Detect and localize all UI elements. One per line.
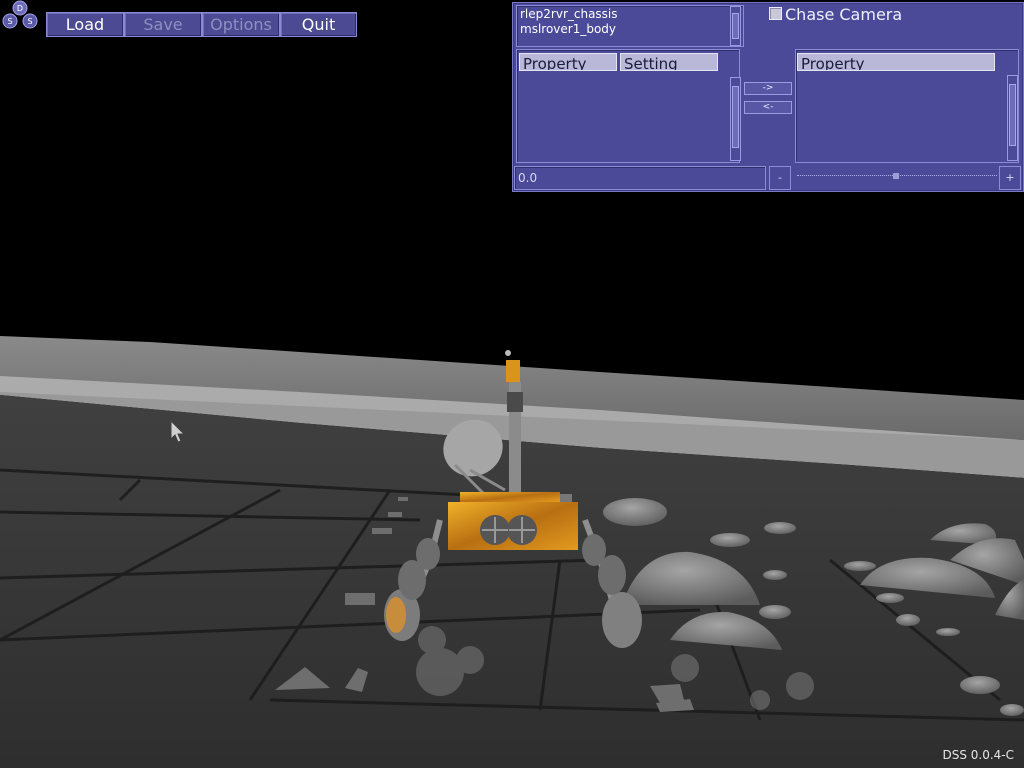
settings-header-property[interactable]: Property: [519, 53, 617, 71]
available-header-property[interactable]: Property: [797, 53, 995, 71]
scrollbar-thumb[interactable]: [732, 86, 739, 148]
decrease-button[interactable]: -: [769, 166, 791, 190]
logo-letter-d: D: [17, 4, 23, 13]
value-slider[interactable]: [797, 173, 997, 180]
move-left-button[interactable]: <-: [744, 101, 792, 114]
save-button[interactable]: Save: [124, 12, 202, 37]
value-field-text: 0.0: [518, 171, 538, 185]
logo-letter-s2: S: [27, 17, 32, 26]
logo-letter-s1: S: [7, 17, 12, 26]
mouse-pointer-icon: [170, 420, 186, 443]
scrollbar-thumb[interactable]: [1009, 84, 1016, 146]
version-label: DSS 0.0.4-C: [942, 748, 1014, 762]
increase-button[interactable]: +: [999, 166, 1021, 190]
move-right-button[interactable]: ->: [744, 82, 792, 95]
available-table-scrollbar[interactable]: [1007, 75, 1018, 161]
object-list[interactable]: rlep2rvr_chassis mslrover1_body: [516, 5, 744, 47]
quit-button[interactable]: Quit: [280, 12, 357, 37]
logo-icon: D S S: [2, 0, 38, 29]
chase-camera-checkbox[interactable]: [769, 7, 782, 20]
object-list-item[interactable]: rlep2rvr_chassis: [520, 7, 618, 21]
load-button[interactable]: Load: [46, 12, 124, 37]
scrollbar-thumb[interactable]: [732, 13, 739, 39]
control-panel: rlep2rvr_chassis mslrover1_body Chase Ca…: [512, 2, 1024, 192]
settings-table-scrollbar[interactable]: [730, 77, 741, 161]
slider-thumb[interactable]: [893, 173, 899, 179]
object-list-item[interactable]: mslrover1_body: [520, 22, 616, 36]
options-button[interactable]: Options: [202, 12, 280, 37]
settings-header-setting[interactable]: Setting: [620, 53, 718, 71]
value-field[interactable]: 0.0: [514, 166, 766, 190]
object-list-scrollbar[interactable]: [730, 6, 741, 46]
chase-camera-label: Chase Camera: [785, 5, 903, 24]
